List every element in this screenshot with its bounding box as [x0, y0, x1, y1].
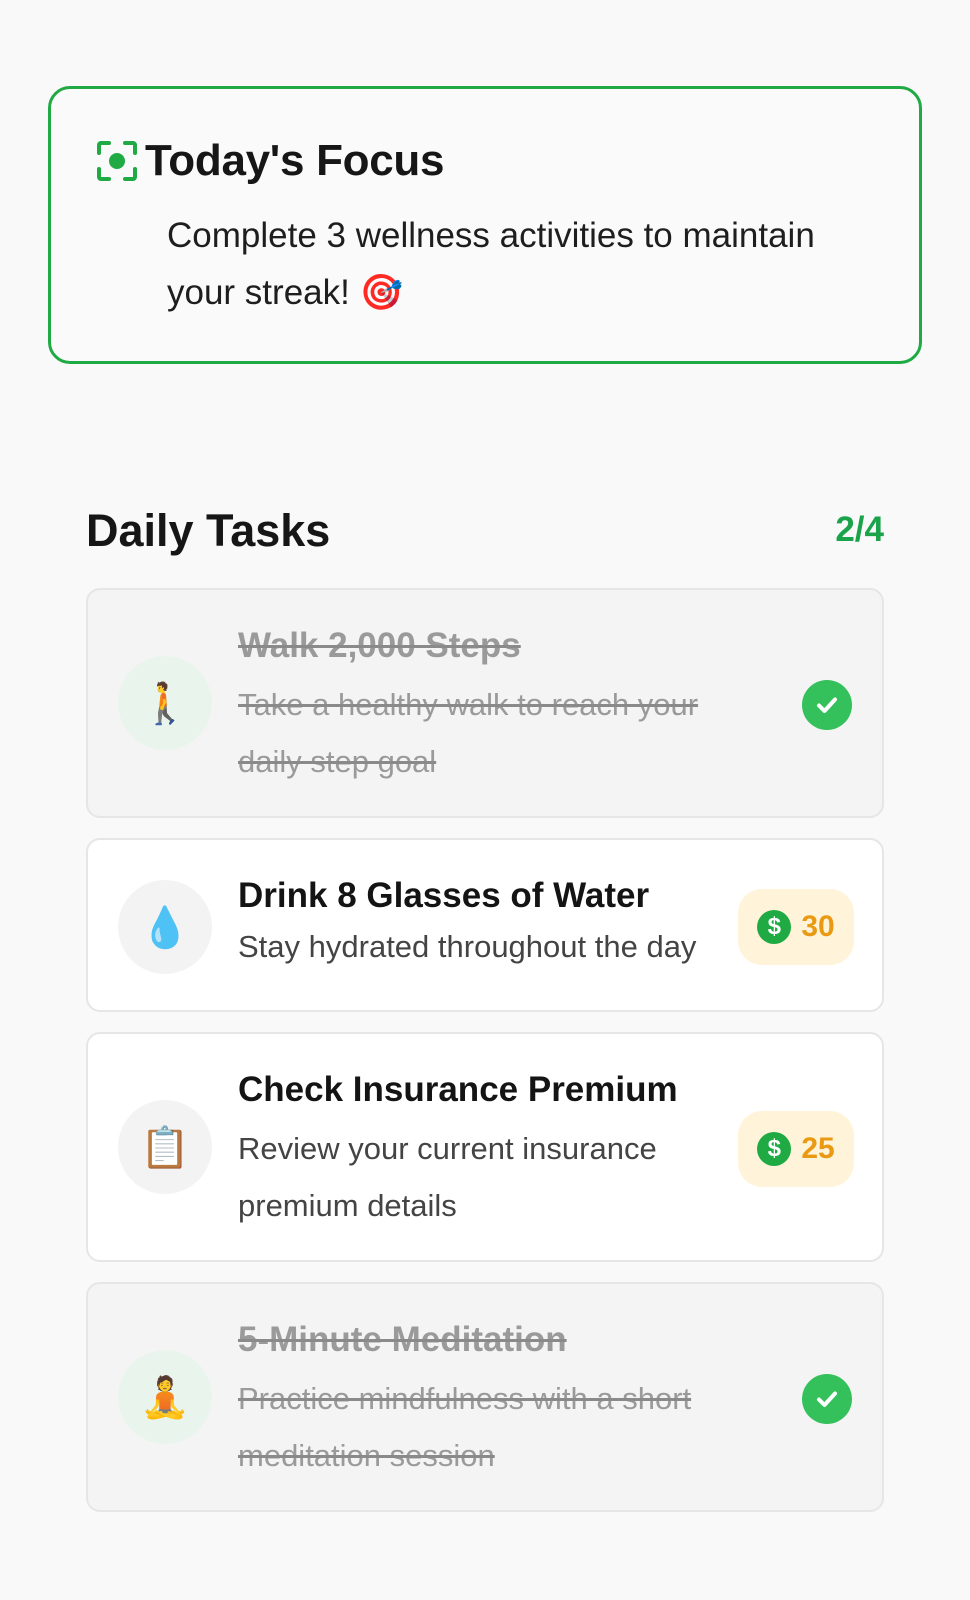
reward-points: 25	[801, 1132, 835, 1165]
task-description: Practice mindfulness with a short medita…	[238, 1381, 692, 1473]
task-description: Stay hydrated throughout the day	[238, 929, 697, 964]
task-title: Check Insurance Premium	[238, 1070, 678, 1109]
dollar-coin-icon: $	[757, 1132, 792, 1166]
task-body: 5-Minute Meditation Practice mindfulness…	[238, 1318, 728, 1484]
check-icon	[802, 680, 852, 730]
task-description: Take a healthy walk to reach your daily …	[238, 687, 699, 779]
task-card-insurance[interactable]: 📋 Check Insurance Premium Review your cu…	[86, 1032, 884, 1262]
walking-person-icon: 🚶	[118, 656, 212, 750]
task-title: 5-Minute Meditation	[238, 1320, 567, 1359]
reward-badge[interactable]: $ 30	[738, 889, 854, 965]
task-description: Review your current insurance premium de…	[238, 1131, 657, 1223]
focus-target-icon	[95, 139, 139, 183]
daily-tasks-title: Daily Tasks	[86, 505, 331, 556]
clipboard-icon: 📋	[118, 1100, 212, 1194]
daily-tasks-progress-count: 2/4	[835, 510, 884, 549]
todays-focus-card: Today's Focus Complete 3 wellness activi…	[48, 86, 922, 364]
reward-points: 30	[801, 910, 835, 943]
task-title: Walk 2,000 Steps	[238, 626, 521, 665]
task-card-water[interactable]: 💧 Drink 8 Glasses of Water Stay hydrated…	[86, 838, 884, 1012]
task-body: Check Insurance Premium Review your curr…	[238, 1068, 728, 1234]
focus-description: Complete 3 wellness activities to mainta…	[167, 216, 815, 312]
water-drop-icon: 💧	[118, 880, 212, 974]
task-card-walk[interactable]: 🚶 Walk 2,000 Steps Take a healthy walk t…	[86, 588, 884, 818]
reward-badge[interactable]: $ 25	[738, 1111, 854, 1187]
meditation-person-icon: 🧘	[118, 1350, 212, 1444]
task-body: Drink 8 Glasses of Water Stay hydrated t…	[238, 874, 728, 975]
dollar-coin-icon: $	[757, 910, 792, 944]
task-body: Walk 2,000 Steps Take a healthy walk to …	[238, 624, 728, 790]
task-card-meditation[interactable]: 🧘 5-Minute Meditation Practice mindfulne…	[86, 1282, 884, 1512]
focus-title: Today's Focus	[145, 136, 445, 185]
check-icon	[802, 1374, 852, 1424]
task-title: Drink 8 Glasses of Water	[238, 876, 650, 915]
focus-header: Today's Focus	[95, 139, 444, 183]
